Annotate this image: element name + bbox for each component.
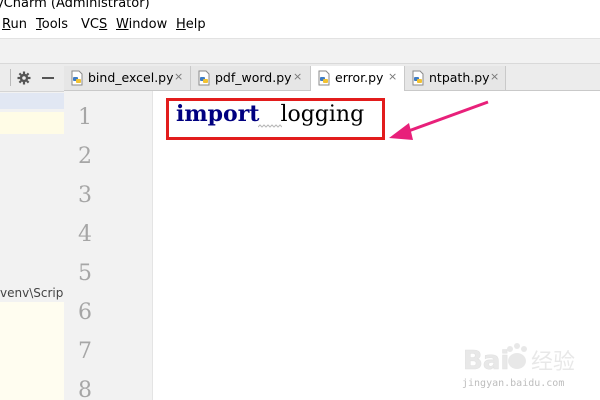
tab-bind-excel[interactable]: bind_excel.py × <box>64 66 191 90</box>
menu-vcs-mnemonic: S <box>98 17 108 32</box>
line-number-gutter: 1 2 3 4 5 6 7 8 <box>64 91 153 400</box>
title-bar: yCharm (Administrator) <box>0 0 600 12</box>
menu-vcs[interactable]: VCS <box>81 17 107 32</box>
close-icon[interactable]: × <box>490 70 499 83</box>
python-file-icon <box>71 70 83 86</box>
line-number: 8 <box>78 378 92 400</box>
annotation-arrow <box>389 100 489 140</box>
line-number: 7 <box>78 339 92 364</box>
line-number: 5 <box>78 261 92 286</box>
menu-help-rest: elp <box>185 17 206 32</box>
project-tree-selected-row[interactable] <box>0 93 64 109</box>
tab-pdf-word[interactable]: pdf_word.py × <box>191 66 311 90</box>
tab-ntpath[interactable]: ntpath.py × <box>405 66 506 90</box>
minimize-icon[interactable] <box>42 77 54 79</box>
python-file-icon <box>198 70 210 86</box>
menu-tools-rest: ools <box>41 17 69 32</box>
close-icon[interactable]: × <box>293 70 302 83</box>
menu-help[interactable]: Help <box>176 17 206 32</box>
window-title: yCharm (Administrator) <box>0 0 150 11</box>
project-tree-path[interactable]: \venv\Scrip <box>0 286 63 300</box>
project-tree-area <box>0 302 64 400</box>
menu-bar: Run Tools VCS Window Help <box>0 12 600 39</box>
watermark-url: jingyan.baidu.com <box>462 378 565 389</box>
menu-run-rest: un <box>10 17 27 32</box>
gear-icon[interactable] <box>17 71 31 85</box>
python-file-icon <box>412 70 424 86</box>
menu-run[interactable]: Run <box>2 17 27 32</box>
close-icon[interactable]: × <box>174 70 183 83</box>
line-number: 3 <box>78 183 92 208</box>
python-file-icon <box>318 70 330 86</box>
svg-text:Bai: Bai <box>463 346 509 376</box>
svg-text:经验: 经验 <box>531 350 575 375</box>
toolbar-separator <box>10 69 11 86</box>
menu-window-rest: indow <box>128 17 168 32</box>
navigation-strip <box>0 39 600 64</box>
close-icon[interactable]: × <box>388 70 397 83</box>
line-number: 6 <box>78 300 92 325</box>
line-number: 2 <box>78 144 92 169</box>
menu-window[interactable]: Window <box>116 17 167 32</box>
annotation-highlight-box <box>166 98 385 140</box>
pycharm-window: yCharm (Administrator) Run Tools VCS Win… <box>0 0 600 400</box>
line-number: 4 <box>78 222 92 247</box>
project-tree-row[interactable] <box>0 112 64 134</box>
menu-window-mnemonic: W <box>116 17 129 32</box>
menu-help-mnemonic: H <box>176 17 186 32</box>
tab-label: ntpath.py <box>429 70 490 85</box>
menu-tools[interactable]: Tools <box>36 17 68 32</box>
tab-label: pdf_word.py <box>215 70 292 85</box>
tab-label: bind_excel.py <box>88 70 174 85</box>
line-number: 1 <box>78 105 92 130</box>
project-panel-toolbar <box>0 64 64 92</box>
editor-tab-bar: bind_excel.py × pdf_word.py × error.py × <box>64 64 600 91</box>
project-panel: \venv\Scrip <box>0 64 65 400</box>
tab-error[interactable]: error.py × <box>311 66 405 91</box>
menu-vcs-start: VC <box>81 17 99 32</box>
tab-label: error.py <box>335 70 384 85</box>
